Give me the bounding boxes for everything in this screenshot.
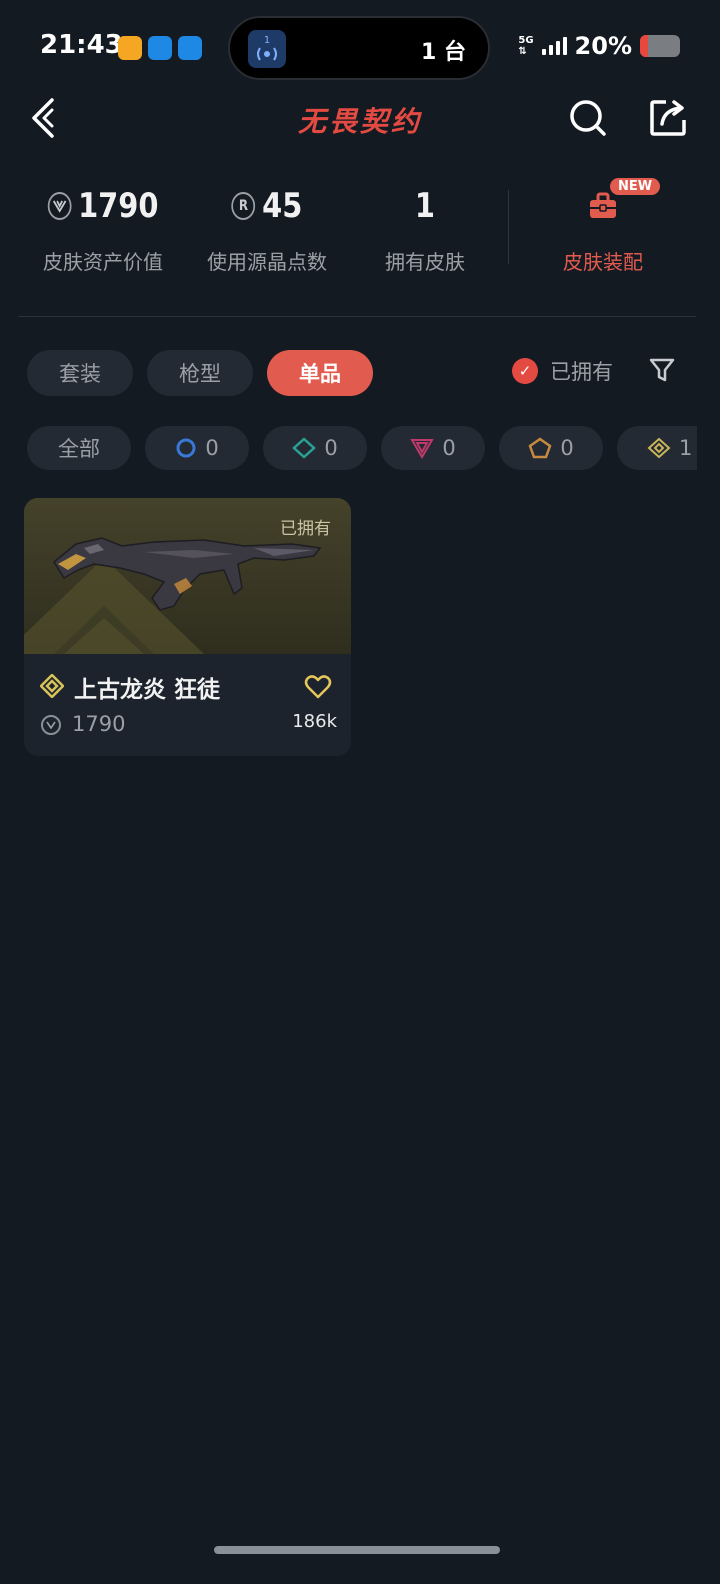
tab-weapon-type[interactable]: 枪型 [147,350,253,396]
island-badge: 1 [264,35,270,46]
vp-icon [41,715,61,735]
app-header: 无畏契约 [0,96,720,146]
tier-chip-exclusive[interactable]: 1 [617,426,697,470]
tier-chip-deluxe[interactable]: 0 [263,426,367,470]
owned-skins-value: 1 [414,186,436,226]
stat-asset-value: 1790 皮肤资产价值 [18,178,188,275]
ultra-tier-icon [528,437,552,459]
skin-equip-label: 皮肤装配 [563,250,643,274]
owned-tag: 已拥有 [280,519,331,539]
filter-icon[interactable] [648,356,676,384]
home-indicator[interactable] [214,1546,500,1554]
tier-chip-count: 1 [679,436,693,460]
asset-value-label: 皮肤资产价值 [43,250,163,274]
stats-divider [508,190,509,264]
clock: 21:43 [40,30,123,60]
new-badge: NEW [610,178,661,195]
signal-icon [541,37,567,55]
tier-chip-count: 0 [560,436,574,460]
status-right: 5G ⇅ 20% [518,32,680,60]
skin-name: 上古龙炎 狂徒 [74,677,221,703]
notification-app-icon-3 [178,36,202,60]
exclusive-tier-icon [39,673,65,699]
radianite-value: 45 [262,186,303,226]
search-icon[interactable] [568,98,608,138]
asset-value: 1790 [78,186,159,226]
tab-bundle[interactable]: 套装 [27,350,133,396]
battery-icon [640,35,680,57]
exclusive-tier-icon [647,437,671,459]
tier-chip-count: 0 [442,436,456,460]
section-divider [18,316,696,317]
battery-level [640,35,648,57]
select-tier-icon [176,438,196,458]
like-count: 186k [292,711,337,732]
stat-radianite: R 45 使用源晶点数 [182,178,352,275]
premium-tier-icon [410,439,435,459]
tab-single-item[interactable]: 单品 [267,350,373,396]
page-title: 无畏契约 [297,105,422,138]
stat-owned-skins: 1 拥有皮肤 [340,178,510,275]
skin-card[interactable]: 已拥有 上古龙炎 狂徒 186k 1790 [24,498,351,756]
owned-filter-label: 已拥有 [550,360,613,384]
tier-chip-all[interactable]: 全部 [27,426,131,470]
island-text: 1 台 [421,40,466,65]
skin-image: 已拥有 [24,498,351,654]
skin-price: 1790 [72,712,126,736]
dynamic-island[interactable]: 1 1 台 [228,16,490,80]
owned-filter-toggle[interactable]: ✓ 已拥有 [512,356,613,386]
broadcast-icon: 1 [248,30,286,68]
tier-chip-select[interactable]: 0 [145,426,249,470]
network-type: 5G ⇅ [518,35,534,57]
tier-chip-count: 0 [205,436,219,460]
tier-chip-premium[interactable]: 0 [381,426,485,470]
tier-chip-ultra[interactable]: 0 [499,426,603,470]
asset-stats: 1790 皮肤资产价值 R 45 使用源晶点数 1 拥有皮肤 皮肤装配 NEW [18,178,702,288]
notification-app-icon-1 [118,36,142,60]
toolbox-icon [590,192,616,218]
vp-icon [47,192,72,220]
tier-chip-count: 0 [324,436,338,460]
notification-app-icon-2 [148,36,172,60]
owned-skins-label: 拥有皮肤 [385,250,465,274]
radianite-label: 使用源晶点数 [207,250,327,274]
tier-chip-label: 全部 [58,437,100,461]
deluxe-tier-icon [292,437,317,459]
share-icon[interactable] [648,98,688,138]
battery-percent: 20% [574,32,632,60]
radianite-icon: R [231,192,256,220]
status-bar: 21:43 1 1 台 5G ⇅ 20% [0,0,720,96]
check-icon: ✓ [512,358,538,384]
heart-icon[interactable] [304,674,332,700]
